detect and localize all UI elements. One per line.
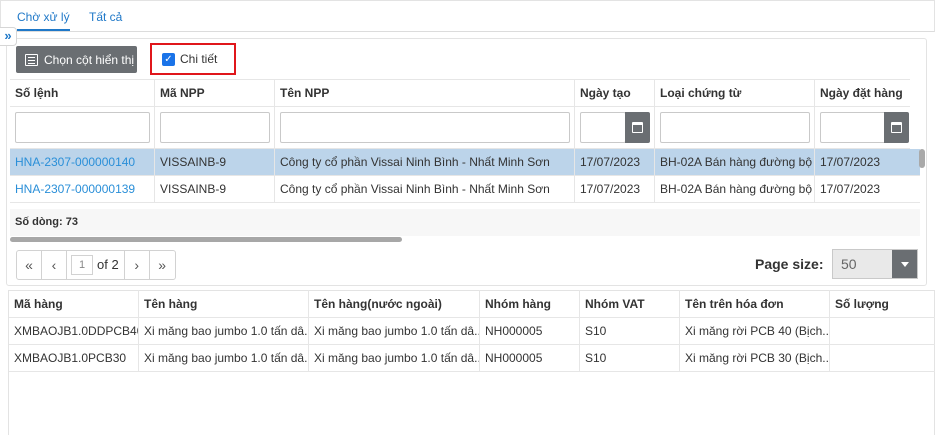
pagination: « ‹ 1 of 2 › » [16, 250, 176, 280]
ngay-tao-cell: 17/07/2023 [575, 149, 655, 176]
loai-chung-tu-cell: BH-02A Bán hàng đường bộ [655, 176, 815, 203]
ma-npp-cell: VISSAINB-9 [155, 176, 275, 203]
ten-npp-cell: Công ty cổ phần Vissai Ninh Bình - Nhất … [275, 149, 575, 176]
page-size-value: 50 [841, 256, 857, 272]
filter-so-lenh-input[interactable] [15, 112, 150, 143]
filter-ngay-tao-input[interactable] [580, 112, 626, 143]
col-header-ma-hang[interactable]: Mã hàng [9, 290, 139, 318]
prev-page-icon[interactable]: ‹ [42, 251, 67, 279]
page-count: of 2 [95, 251, 125, 279]
col-header-ten-npp[interactable]: Tên NPP [275, 80, 575, 107]
col-header-so-lenh[interactable]: Số lệnh [10, 80, 155, 107]
ten-tren-hoa-don-cell: Xi măng rời PCB 30 (Bịch... [680, 345, 830, 372]
ten-hang-cell: Xi măng bao jumbo 1.0 tấn dâ... [139, 318, 309, 345]
ten-npp-cell: Công ty cổ phần Vissai Ninh Bình - Nhất … [275, 176, 575, 203]
col-header-ngay-tao[interactable]: Ngày tạo [575, 80, 655, 107]
col-header-ten-hang[interactable]: Tên hàng [139, 290, 309, 318]
calendar-icon[interactable] [625, 112, 650, 143]
ma-npp-cell: VISSAINB-9 [155, 149, 275, 176]
detail-checkbox-label: Chi tiết [180, 52, 218, 66]
ten-hang-nn-cell: Xi măng bao jumbo 1.0 tấn dâ... [309, 318, 480, 345]
tab-all[interactable]: Tất cả [89, 10, 122, 24]
ma-hang-cell: XMBAOJB1.0DDPCB40 [9, 318, 139, 345]
ma-hang-cell: XMBAOJB1.0PCB30 [9, 345, 139, 372]
ten-hang-nn-cell: Xi măng bao jumbo 1.0 tấn dâ... [309, 345, 480, 372]
ten-tren-hoa-don-cell: Xi măng rời PCB 40 (Bịch... [680, 318, 830, 345]
checkmark-icon[interactable]: ✓ [162, 52, 175, 66]
ten-hang-cell: Xi măng bao jumbo 1.0 tấn dâ... [139, 345, 309, 372]
expand-sidebar-icon[interactable]: » [0, 27, 17, 46]
col-header-loai-chung-tu[interactable]: Loại chứng từ [655, 80, 815, 107]
ngay-tao-cell: 17/07/2023 [575, 176, 655, 203]
orders-grid-header: Số lệnh Mã NPP Tên NPP Ngày tạo Loại chứ… [10, 79, 910, 107]
col-header-nhom-vat[interactable]: Nhóm VAT [580, 290, 680, 318]
page-size-select[interactable]: 50 [832, 249, 918, 279]
tab-pending[interactable]: Chờ xử lý [17, 10, 70, 31]
table-row[interactable]: XMBAOJB1.0DDPCB40 Xi măng bao jumbo 1.0 … [9, 318, 935, 345]
first-page-icon[interactable]: « [17, 251, 42, 279]
col-header-ma-npp[interactable]: Mã NPP [155, 80, 275, 107]
nhom-vat-cell: S10 [580, 318, 680, 345]
col-header-nhom-hang[interactable]: Nhóm hàng [480, 290, 580, 318]
next-page-icon[interactable]: › [125, 251, 150, 279]
detail-checkbox[interactable]: ✓ Chi tiết [162, 52, 217, 66]
col-header-so-luong[interactable]: Số lượng [830, 290, 935, 318]
last-page-icon[interactable]: » [150, 251, 175, 279]
horizontal-scrollbar[interactable] [10, 237, 402, 242]
tab-bar: Chờ xử lý Tất cả [0, 0, 935, 32]
orders-filter-row [10, 107, 910, 149]
ngay-dat-hang-cell: 17/07/2023 [820, 155, 881, 169]
chevron-down-icon[interactable] [892, 250, 917, 278]
choose-columns-button[interactable]: Chọn cột hiển thị [16, 46, 137, 73]
nhom-hang-cell: NH000005 [480, 345, 580, 372]
table-row[interactable]: HNA-2307-000000140 VISSAINB-9 Công ty cổ… [10, 149, 920, 176]
detail-grid-header: Mã hàng Tên hàng Tên hàng(nước ngoài) Nh… [9, 290, 935, 318]
page-number-input[interactable]: 1 [71, 255, 93, 275]
columns-icon [25, 53, 38, 66]
ngay-dat-hang-cell: 17/07/2023 [820, 182, 881, 196]
col-header-ten-hang-nn[interactable]: Tên hàng(nước ngoài) [309, 290, 480, 318]
row-count: Số dòng: 73 [10, 209, 920, 236]
filter-loai-chung-tu-input[interactable] [660, 112, 810, 143]
vertical-scrollbar[interactable] [919, 149, 925, 168]
nhom-hang-cell: NH000005 [480, 318, 580, 345]
filter-ten-npp-input[interactable] [280, 112, 570, 143]
nhom-vat-cell: S10 [580, 345, 680, 372]
so-lenh-link[interactable]: HNA-2307-000000139 [10, 176, 155, 203]
calendar-icon[interactable] [884, 112, 909, 143]
col-header-ngay-dat-hang[interactable]: Ngày đặt hàng [815, 80, 910, 107]
so-luong-cell [830, 318, 935, 345]
table-row[interactable]: HNA-2307-000000139 VISSAINB-9 Công ty cổ… [10, 176, 920, 203]
filter-ngay-dat-hang-input[interactable] [820, 112, 886, 143]
so-lenh-link[interactable]: HNA-2307-000000140 [10, 149, 155, 176]
table-row[interactable]: XMBAOJB1.0PCB30 Xi măng bao jumbo 1.0 tấ… [9, 345, 935, 372]
col-header-ten-tren-hoa-don[interactable]: Tên trên hóa đơn [680, 290, 830, 318]
orders-grid-body: HNA-2307-000000140 VISSAINB-9 Công ty cổ… [10, 149, 920, 209]
filter-ma-npp-input[interactable] [160, 112, 270, 143]
so-luong-cell [830, 345, 935, 372]
choose-columns-label: Chọn cột hiển thị [44, 52, 135, 67]
loai-chung-tu-cell: BH-02A Bán hàng đường bộ [655, 149, 815, 176]
page-size-label: Page size: [755, 256, 824, 272]
